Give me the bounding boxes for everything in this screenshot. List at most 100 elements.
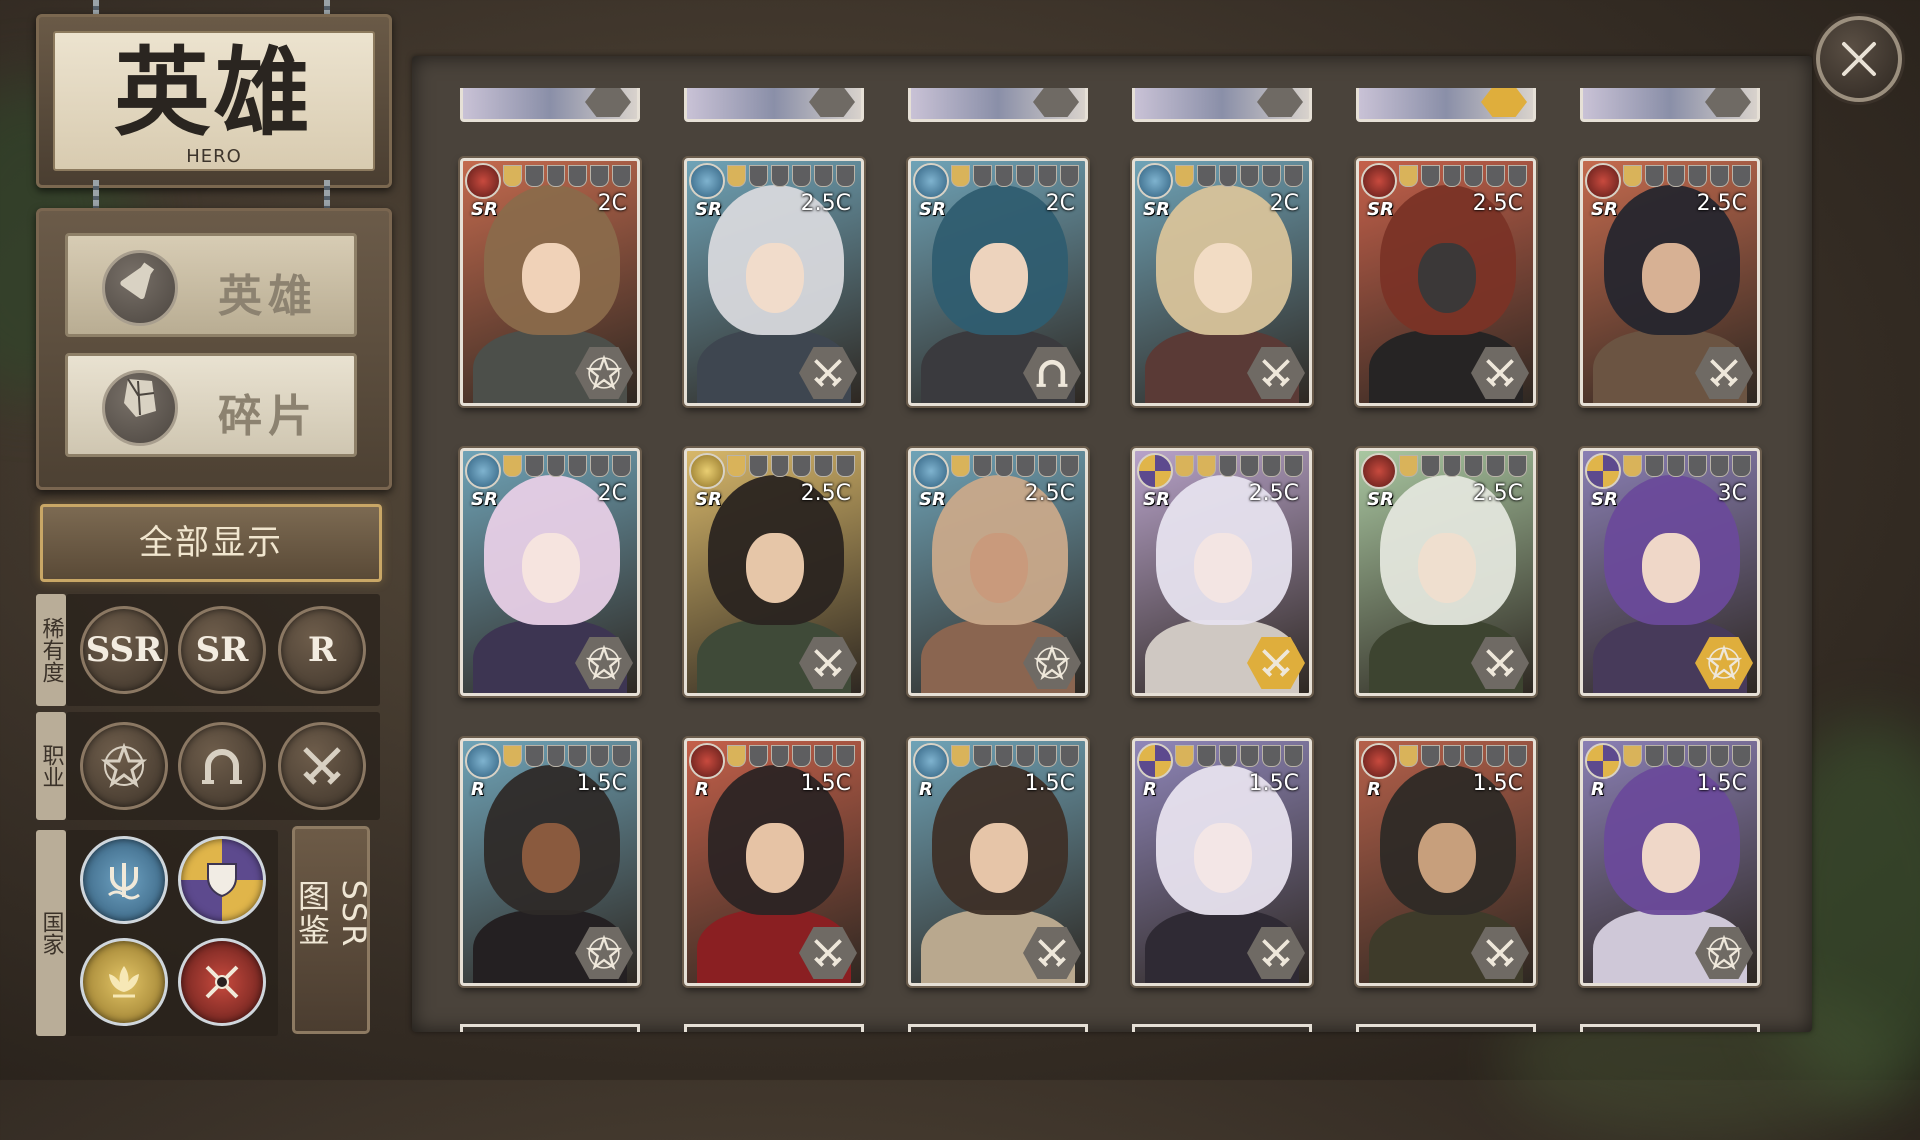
- shield-crest-icon: [1585, 743, 1621, 779]
- tab-hero[interactable]: 英雄: [65, 233, 357, 337]
- hero-card[interactable]: SR 2C: [460, 448, 640, 696]
- hero-card[interactable]: SR 2.5C: [684, 158, 864, 406]
- ssr-atlas-button[interactable]: SSR图鉴: [292, 826, 373, 1034]
- close-button[interactable]: [1816, 16, 1902, 102]
- filter-ssr-button[interactable]: SSR: [80, 606, 168, 694]
- hero-card[interactable]: SR 2.5C: [908, 448, 1088, 696]
- filter-r-button[interactable]: R: [278, 606, 366, 694]
- hero-cost: 1.5C: [1696, 771, 1747, 796]
- star-slot: [590, 165, 610, 187]
- filter-blades-nation-button[interactable]: [178, 938, 266, 1026]
- filter-shield-nation-button[interactable]: [178, 836, 266, 924]
- star-bar: [951, 165, 1079, 187]
- star-bar: [1399, 455, 1527, 477]
- star-bar: [503, 455, 631, 477]
- hero-card[interactable]: R 1.5C: [1132, 738, 1312, 986]
- hero-card[interactable]: R 1.5C: [1580, 738, 1760, 986]
- star-slot: [1644, 165, 1664, 187]
- show-all-button[interactable]: 全部显示: [40, 504, 382, 582]
- star-slot: [1464, 165, 1484, 187]
- hero-card[interactable]: SR 2.5C: [1356, 448, 1536, 696]
- star-slot: [748, 745, 768, 767]
- filter-horseshoe-button[interactable]: [178, 722, 266, 810]
- star-slot: [1688, 745, 1708, 767]
- star-bar: [951, 745, 1079, 767]
- hero-cost: 1.5C: [1024, 771, 1075, 796]
- star-slot: [1218, 165, 1238, 187]
- star-slot: [994, 745, 1014, 767]
- hero-card[interactable]: SR 2C: [460, 158, 640, 406]
- hero-card[interactable]: SR 3C: [1580, 448, 1760, 696]
- star-bar: [1623, 165, 1751, 187]
- star-bar: [503, 165, 631, 187]
- hero-card-partial[interactable]: [1132, 88, 1312, 122]
- hero-card-partial[interactable]: [908, 1024, 1088, 1032]
- star-slot: [546, 745, 566, 767]
- hero-card[interactable]: SR 2.5C: [1356, 158, 1536, 406]
- hero-cost: 1.5C: [800, 771, 851, 796]
- hero-cost: 2.5C: [1696, 191, 1747, 216]
- hero-card-partial[interactable]: [684, 88, 864, 122]
- star-slot: [1508, 455, 1527, 477]
- star-slot: [568, 455, 588, 477]
- hero-card-partial[interactable]: [1580, 1024, 1760, 1032]
- tab-shards[interactable]: 碎片: [65, 353, 357, 457]
- star-slot: [1038, 455, 1058, 477]
- hero-cost: 2C: [597, 481, 627, 506]
- star-slot: [1666, 745, 1686, 767]
- star-slot: [727, 745, 746, 767]
- hero-cost: 2C: [1269, 191, 1299, 216]
- star-slot: [814, 455, 834, 477]
- close-icon: [1842, 42, 1876, 76]
- hero-card[interactable]: SR 2C: [1132, 158, 1312, 406]
- hero-rarity: SR: [1367, 489, 1394, 510]
- filter-trident-nation-button[interactable]: [80, 836, 168, 924]
- filter-swords-button[interactable]: [278, 722, 366, 810]
- hero-card[interactable]: R 1.5C: [1356, 738, 1536, 986]
- trident-icon: [913, 743, 949, 779]
- star-slot: [748, 455, 768, 477]
- star-bar: [1175, 165, 1303, 187]
- hero-card-partial[interactable]: [460, 88, 640, 122]
- hero-card-partial[interactable]: [684, 1024, 864, 1032]
- hero-grid-panel[interactable]: SR 2C SR 2.5C SR 2C SR 2C SR 2.5C SR 2.5…: [412, 56, 1812, 1032]
- hero-card-partial[interactable]: [1132, 1024, 1312, 1032]
- star-slot: [1732, 455, 1751, 477]
- hero-card-partial[interactable]: [460, 1024, 640, 1032]
- star-slot: [1060, 165, 1079, 187]
- hero-card-partial[interactable]: [1356, 88, 1536, 122]
- star-slot: [1175, 745, 1194, 767]
- crossed-swords-icon: [1262, 649, 1290, 677]
- hero-rarity: SR: [1143, 199, 1170, 220]
- hero-card-partial[interactable]: [908, 88, 1088, 122]
- star-slot: [1486, 165, 1506, 187]
- hero-card-partial[interactable]: [1356, 1024, 1536, 1032]
- shield-crest-icon: [1137, 453, 1173, 489]
- star-slot: [1262, 455, 1282, 477]
- hero-card[interactable]: R 1.5C: [684, 738, 864, 986]
- hero-face: [1418, 243, 1477, 314]
- hero-card-partial[interactable]: [1580, 88, 1760, 122]
- star-slot: [1623, 745, 1642, 767]
- filter-sr-button[interactable]: SR: [178, 606, 266, 694]
- hero-job-badge: [585, 88, 631, 117]
- filter-lotus-nation-button[interactable]: [80, 938, 168, 1026]
- hero-face: [1194, 533, 1253, 604]
- lotus-icon: [689, 453, 725, 489]
- hero-card[interactable]: SR 2.5C: [684, 448, 864, 696]
- crossed-swords-icon: [303, 747, 341, 785]
- star-slot: [524, 455, 544, 477]
- hero-card[interactable]: R 1.5C: [460, 738, 640, 986]
- hero-cost: 2.5C: [1248, 481, 1299, 506]
- page-subtitle: HERO: [186, 146, 242, 167]
- star-slot: [1060, 455, 1079, 477]
- hero-card[interactable]: R 1.5C: [908, 738, 1088, 986]
- trident-icon: [465, 453, 501, 489]
- hero-card[interactable]: SR 2C: [908, 158, 1088, 406]
- hero-card[interactable]: SR 2.5C: [1580, 158, 1760, 406]
- filter-mage-button[interactable]: [80, 722, 168, 810]
- hero-card[interactable]: SR 2.5C: [1132, 448, 1312, 696]
- star-slot: [814, 165, 834, 187]
- star-slot: [1644, 455, 1664, 477]
- hero-face: [746, 243, 805, 314]
